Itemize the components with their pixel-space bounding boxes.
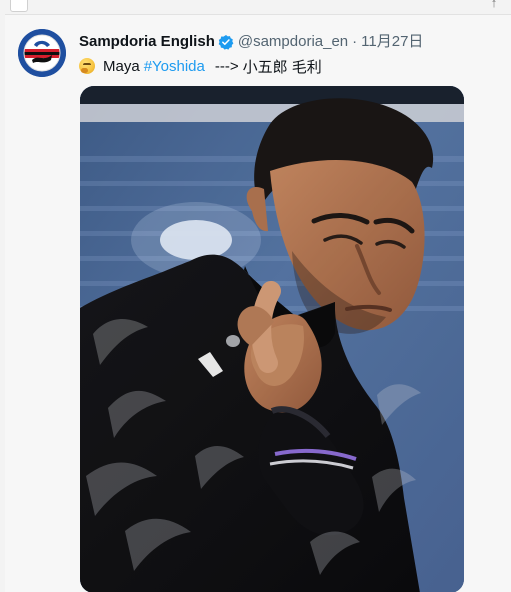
- thinking-face-emoji-icon: [79, 58, 95, 74]
- top-bar: ↑: [0, 0, 511, 14]
- avatar[interactable]: [18, 29, 66, 77]
- checkbox-icon[interactable]: [10, 0, 28, 12]
- verified-badge-icon: [218, 35, 234, 50]
- hashtag-link[interactable]: #Yoshida: [144, 58, 205, 75]
- arrow-text: --->: [214, 57, 239, 75]
- tweet-text: Maya #Yoshida ---> 小五郎 毛利: [79, 56, 322, 76]
- player-photo: [80, 86, 464, 592]
- user-handle[interactable]: @sampdoria_en: [238, 32, 348, 52]
- tweet-page: ↑ Sampdoria English @sampdoria_en · 11月2…: [0, 0, 511, 592]
- tweet-photo[interactable]: [80, 86, 464, 592]
- tweet-card[interactable]: Sampdoria English @sampdoria_en · 11月27日…: [5, 14, 511, 592]
- japanese-name-text: 小五郎 毛利: [242, 58, 322, 76]
- share-icon[interactable]: ↑: [485, 0, 503, 12]
- tweet-header: Sampdoria English @sampdoria_en · 11月27日: [79, 32, 423, 52]
- tweet-date[interactable]: 11月27日: [361, 32, 423, 52]
- sampdoria-logo-icon: [18, 29, 66, 77]
- tweet-word: Maya: [103, 57, 140, 75]
- separator-dot: ·: [352, 33, 358, 50]
- display-name[interactable]: Sampdoria English: [79, 32, 215, 52]
